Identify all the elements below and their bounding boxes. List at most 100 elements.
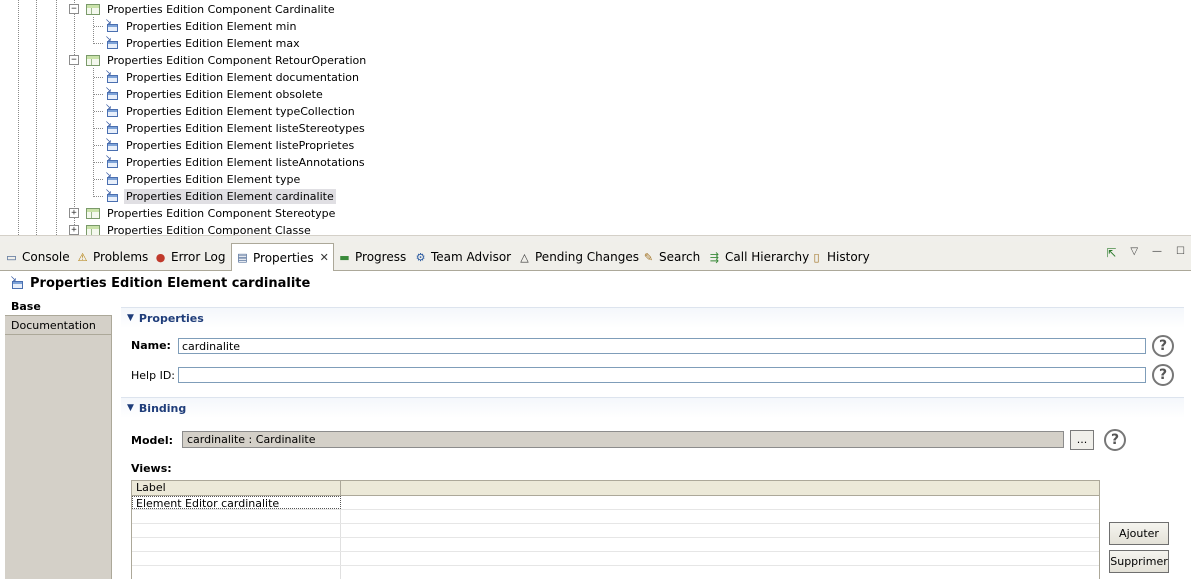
tab-problems[interactable]: ⚠ Problems <box>76 244 149 270</box>
tree-item-label: Properties Edition Component Cardinalite <box>107 3 335 16</box>
tab-properties[interactable]: ▤ Properties ✕ <box>231 243 334 271</box>
remove-button[interactable]: Supprimer <box>1109 550 1169 573</box>
tree-connector <box>94 162 103 163</box>
tree-guide-line <box>36 0 37 235</box>
tree-connector <box>94 179 103 180</box>
tree-item[interactable]: Properties Edition Component Stereotype <box>86 205 337 222</box>
tab-label: Progress <box>355 250 407 264</box>
tab-progress[interactable]: ▬ Progress <box>338 244 406 270</box>
property-tab-base[interactable]: Base <box>5 297 112 316</box>
tree-item[interactable]: Properties Edition Component RetourOpera… <box>86 52 368 69</box>
tree-item[interactable]: ↘ Properties Edition Element typeCollecti… <box>105 102 357 120</box>
name-field[interactable] <box>178 338 1146 354</box>
tree-item-label: Properties Edition Element cardinalite <box>124 189 336 204</box>
tab-pending-changes[interactable]: △ Pending Changes <box>518 244 639 270</box>
table-cell-label <box>132 538 341 551</box>
view-menu-icon[interactable]: ▽ <box>1130 246 1138 260</box>
tree-item[interactable]: Properties Edition Component Cardinalite <box>86 1 337 18</box>
tab-call-hierarchy[interactable]: ⇶ Call Hierarchy <box>708 244 809 270</box>
element-icon: ↘ <box>105 153 119 169</box>
tree-connector <box>94 196 103 197</box>
minimize-icon[interactable]: — <box>1152 246 1162 260</box>
component-icon <box>86 4 100 15</box>
table-row[interactable] <box>132 552 1099 566</box>
tree-item-label: Properties Edition Element listePropriet… <box>126 139 355 152</box>
table-cell-empty <box>341 524 344 537</box>
table-row[interactable] <box>132 524 1099 538</box>
element-icon: ↘ <box>10 274 24 290</box>
tree-item[interactable]: ↘ Properties Edition Element cardinalite <box>105 187 336 205</box>
tree-item[interactable]: Properties Edition Component Classe <box>86 222 313 235</box>
column-header-label[interactable]: Label <box>132 481 341 495</box>
help-icon[interactable]: ? <box>1152 335 1174 357</box>
tree-connector <box>94 145 103 146</box>
tab-label: History <box>827 250 870 264</box>
tree-item[interactable]: ↘ Properties Edition Element obsolete <box>105 85 325 103</box>
table-row[interactable] <box>132 566 1099 579</box>
properties-section-header[interactable]: ▼ Properties <box>121 307 1184 328</box>
binding-section-header[interactable]: ▼ Binding <box>121 397 1184 418</box>
expand-icon[interactable]: + <box>69 208 79 218</box>
tree-item[interactable]: ↘ Properties Edition Element documentatio… <box>105 68 361 86</box>
table-row[interactable] <box>132 510 1099 524</box>
tree-item-label: Properties Edition Element listeAnnotati… <box>126 156 365 169</box>
tab-team-advisor[interactable]: ⚙ Team Advisor <box>414 244 512 270</box>
collapse-icon[interactable]: ▼ <box>127 403 134 413</box>
expand-icon[interactable]: + <box>69 225 79 235</box>
close-icon[interactable]: ✕ <box>320 251 329 264</box>
table-row[interactable] <box>132 538 1099 552</box>
element-icon: ↘ <box>105 68 119 84</box>
table-cell-empty <box>341 510 344 523</box>
pending-changes-icon: △ <box>520 250 529 264</box>
tree-item[interactable]: ↘ Properties Edition Element listeProprie… <box>105 136 356 154</box>
table-cell-label <box>132 552 341 565</box>
tree-item-label: Properties Edition Element type <box>126 173 301 186</box>
help-icon[interactable]: ? <box>1152 364 1174 386</box>
browse-button[interactable]: ... <box>1070 430 1094 450</box>
help-id-field[interactable] <box>178 367 1146 383</box>
section-title: Properties <box>138 311 204 325</box>
tab-label: Properties <box>253 250 314 265</box>
call-hierarchy-icon: ⇶ <box>709 250 720 264</box>
tab-label: Call Hierarchy <box>725 250 810 264</box>
property-tabs: Base Documentation <box>5 297 112 579</box>
tab-label: Pending Changes <box>535 250 639 264</box>
views-table[interactable]: Label Element Editor cardinalite <box>131 480 1100 579</box>
tree-item-label: Properties Edition Element obsolete <box>126 88 323 101</box>
table-cell-empty <box>341 552 344 565</box>
pin-icon[interactable]: ⇱ <box>1106 246 1116 260</box>
add-button[interactable]: Ajouter <box>1109 522 1169 545</box>
property-tab-documentation[interactable]: Documentation <box>5 316 111 335</box>
tree-connector <box>94 77 103 78</box>
progress-icon: ▬ <box>339 250 350 264</box>
tree-item-label: Properties Edition Element typeCollectio… <box>126 105 355 118</box>
tree-item[interactable]: ↘ Properties Edition Element min <box>105 17 298 35</box>
tree-item-label: Properties Edition Element max <box>126 37 300 50</box>
tab-console[interactable]: ▭ Console <box>5 244 69 270</box>
tab-search[interactable]: ✎ Search <box>642 244 700 270</box>
collapse-icon[interactable]: − <box>69 55 79 65</box>
tab-label: Error Log <box>171 250 226 264</box>
table-cell-empty <box>341 566 344 579</box>
table-row[interactable]: Element Editor cardinalite <box>132 496 1099 510</box>
model-field: cardinalite : Cardinalite <box>182 431 1064 448</box>
help-icon[interactable]: ? <box>1104 429 1126 451</box>
component-icon <box>86 208 100 219</box>
table-cell-empty <box>341 496 344 509</box>
table-cell-label: Element Editor cardinalite <box>132 496 341 510</box>
tree-item[interactable]: ↘ Properties Edition Element listeAnnotat… <box>105 153 367 171</box>
tree-item[interactable]: ↘ Properties Edition Element type <box>105 170 302 188</box>
tree-item[interactable]: ↘ Properties Edition Element listeStereot… <box>105 119 367 137</box>
tree-item[interactable]: ↘ Properties Edition Element max <box>105 34 302 52</box>
collapse-icon[interactable]: − <box>69 4 79 14</box>
maximize-icon[interactable]: ☐ <box>1176 246 1185 260</box>
tab-history[interactable]: ▯ History <box>810 244 870 270</box>
collapse-icon[interactable]: ▼ <box>127 313 134 323</box>
component-tree: − Properties Edition Component Cardinalit… <box>0 0 1191 235</box>
history-icon: ▯ <box>813 250 820 264</box>
element-icon: ↘ <box>105 187 119 203</box>
tab-error-log[interactable]: ● Error Log <box>154 244 226 270</box>
model-label: Model: <box>131 434 174 447</box>
team-advisor-icon: ⚙ <box>415 250 426 264</box>
element-icon: ↘ <box>105 34 119 50</box>
